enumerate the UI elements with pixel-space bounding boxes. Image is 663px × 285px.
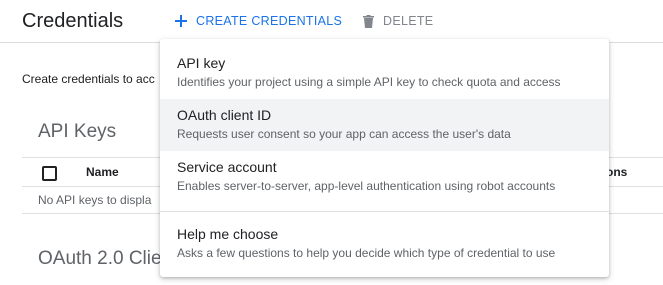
delete-button[interactable]: DELETE [355,7,439,35]
column-header-name[interactable]: Name [86,165,119,179]
menu-item-description: Enables server-to-server, app-level auth… [177,179,556,193]
plus-icon [174,14,188,28]
menu-item-oauth-client-id[interactable]: OAuth client ID Requests user consent so… [160,99,609,151]
menu-item-label: API key [177,55,226,71]
menu-item-description: Identifies your project using a simple A… [177,75,561,89]
menu-divider [160,211,609,212]
menu-item-description: Requests user consent so your app can ac… [177,127,511,141]
menu-item-label: Service account [177,159,277,175]
menu-item-label: Help me choose [177,226,279,242]
menu-item-help-me-choose[interactable]: Help me choose Asks a few questions to h… [160,218,609,270]
oauth-clients-title: OAuth 2.0 Clie [38,248,162,269]
trash-icon [361,14,375,28]
create-credentials-menu: API key Identifies your project using a … [160,39,609,277]
api-keys-empty-message: No API keys to displa [38,193,152,207]
create-credentials-button[interactable]: CREATE CREDENTIALS [168,7,348,35]
menu-item-api-key[interactable]: API key Identifies your project using a … [160,47,609,99]
select-all-checkbox[interactable] [42,166,57,181]
menu-item-label: OAuth client ID [177,107,272,123]
menu-item-service-account[interactable]: Service account Enables server-to-server… [160,151,609,203]
page-title: Credentials [22,10,124,32]
menu-item-description: Asks a few questions to help you decide … [177,246,556,260]
api-keys-title: API Keys [38,121,117,142]
column-header-actions: ons [606,165,628,179]
intro-text: Create credentials to acc [22,72,155,86]
toolbar: Credentials CREATE CREDENTIALS DELETE [0,0,663,43]
create-credentials-label: CREATE CREDENTIALS [196,14,343,28]
delete-label: DELETE [383,14,434,28]
